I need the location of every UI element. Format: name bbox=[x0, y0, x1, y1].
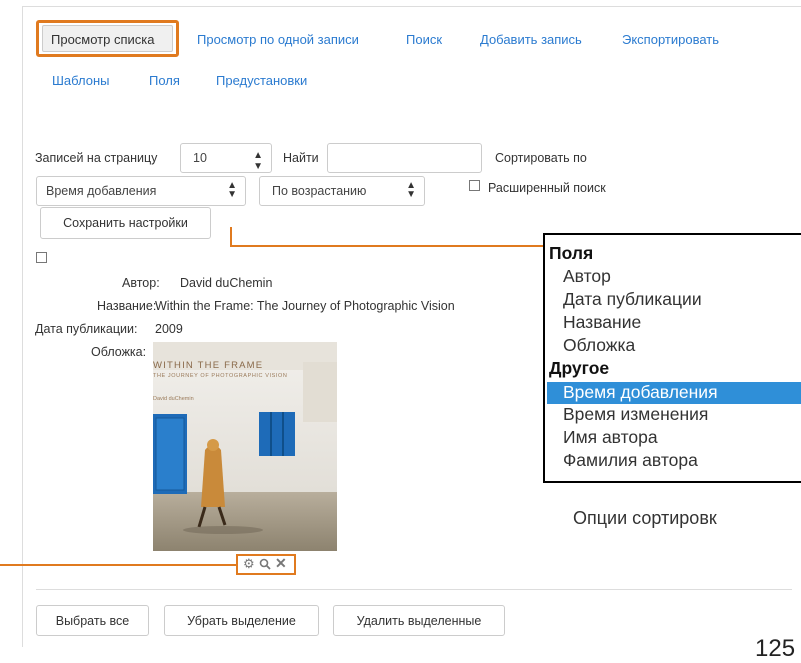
cover-author: David duChemin bbox=[153, 396, 194, 402]
sort-field-select[interactable]: Время добавления ▲ ▼ bbox=[36, 176, 246, 206]
sort-option-author[interactable]: Автор bbox=[563, 266, 611, 287]
save-settings-button[interactable]: Сохранить настройки bbox=[40, 207, 211, 239]
tab-templates[interactable]: Шаблоны bbox=[52, 73, 110, 88]
sort-option-time-modified[interactable]: Время изменения bbox=[563, 404, 708, 425]
advanced-search-checkbox[interactable] bbox=[469, 180, 480, 191]
author-value: David duChemin bbox=[180, 276, 273, 290]
callout-line bbox=[230, 227, 232, 247]
find-input[interactable] bbox=[327, 143, 482, 173]
title-value: Within the Frame: The Journey of Photogr… bbox=[155, 299, 455, 313]
cover-subtitle: THE JOURNEY OF PHOTOGRAPHIC VISION bbox=[153, 373, 288, 379]
find-label: Найти bbox=[283, 151, 319, 165]
tab-add-entry[interactable]: Добавить запись bbox=[480, 32, 582, 47]
sort-options-popup: Поля Автор Дата публикации Название Обло… bbox=[543, 233, 801, 483]
cover-title: WITHIN THE FRAME bbox=[153, 360, 264, 371]
sort-option-last-name[interactable]: Фамилия автора bbox=[563, 450, 698, 471]
advanced-search-label: Расширенный поиск bbox=[488, 181, 606, 195]
select-arrow-icon: ▲ ▼ bbox=[253, 150, 263, 172]
tab-search[interactable]: Поиск bbox=[406, 32, 442, 47]
select-all-button[interactable]: Выбрать все bbox=[36, 605, 149, 636]
title-label: Название: bbox=[97, 299, 157, 313]
sort-label: Сортировать по bbox=[495, 151, 587, 165]
tab-single-view[interactable]: Просмотр по одной записи bbox=[197, 32, 359, 47]
record-select-checkbox[interactable] bbox=[36, 252, 47, 263]
sort-field-value: Время добавления bbox=[46, 184, 157, 198]
book-cover-image: WITHIN THE FRAME THE JOURNEY OF PHOTOGRA… bbox=[153, 342, 337, 551]
callout-line-left bbox=[0, 564, 236, 566]
gear-icon[interactable]: ⚙ bbox=[243, 556, 255, 572]
date-value: 2009 bbox=[155, 322, 183, 336]
select-arrow-icon: ▲ ▼ bbox=[227, 180, 237, 200]
group-other-header: Другое bbox=[549, 358, 610, 378]
tab-fields[interactable]: Поля bbox=[149, 73, 180, 88]
search-icon[interactable] bbox=[259, 557, 271, 575]
sort-order-select[interactable]: По возрастанию ▲ ▼ bbox=[259, 176, 425, 206]
delete-selected-button[interactable]: Удалить выделенные bbox=[333, 605, 505, 636]
page-number: 125 bbox=[755, 635, 796, 662]
sort-option-time-added-selected[interactable]: Время добавления bbox=[547, 382, 801, 404]
callout-line bbox=[230, 245, 543, 247]
caption: Опции сортировк bbox=[573, 508, 717, 528]
tab-export[interactable]: Экспортировать bbox=[622, 32, 719, 47]
divider bbox=[36, 589, 792, 590]
close-icon[interactable]: ✕ bbox=[275, 555, 287, 572]
per-page-select[interactable]: 10 ▲ ▼ bbox=[180, 143, 272, 173]
sort-order-value: По возрастанию bbox=[272, 184, 367, 198]
tab-list-view[interactable]: Просмотр списка bbox=[51, 32, 155, 47]
sort-option-time-added-label: Время добавления bbox=[563, 382, 718, 402]
deselect-button[interactable]: Убрать выделение bbox=[164, 605, 319, 636]
group-fields-header: Поля bbox=[549, 243, 594, 263]
date-label: Дата публикации: bbox=[35, 322, 138, 336]
author-label: Автор: bbox=[122, 276, 160, 290]
per-page-label: Записей на страницу bbox=[35, 151, 158, 165]
per-page-value: 10 bbox=[193, 151, 207, 165]
sort-option-cover[interactable]: Обложка bbox=[563, 335, 635, 356]
select-arrow-icon: ▲ ▼ bbox=[406, 180, 416, 200]
cover-label: Обложка: bbox=[91, 345, 147, 359]
sort-option-first-name[interactable]: Имя автора bbox=[563, 427, 658, 448]
tab-presets[interactable]: Предустановки bbox=[216, 73, 307, 88]
sort-option-title[interactable]: Название bbox=[563, 312, 641, 333]
sort-option-pub-date[interactable]: Дата публикации bbox=[563, 289, 702, 310]
